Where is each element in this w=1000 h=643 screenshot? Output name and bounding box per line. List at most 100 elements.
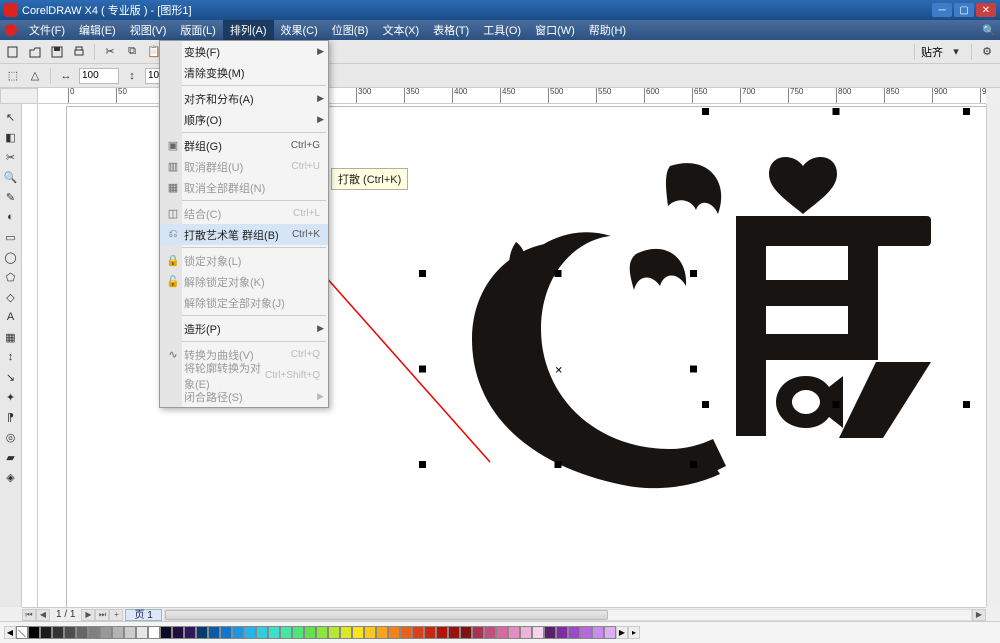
prev-page-button[interactable]: ◀ (36, 609, 50, 621)
color-swatch[interactable] (352, 626, 364, 639)
color-swatch[interactable] (184, 626, 196, 639)
menu-shaping[interactable]: 造形(P) ▶ (160, 318, 328, 339)
color-swatch[interactable] (244, 626, 256, 639)
color-swatch[interactable] (508, 626, 520, 639)
maximize-button[interactable]: ▢ (954, 3, 974, 17)
color-swatch[interactable] (160, 626, 172, 639)
color-swatch[interactable] (556, 626, 568, 639)
menu-break-apart[interactable]: ⎌ 打散艺术笔 群组(B) Ctrl+K (160, 224, 328, 245)
menu-arrange[interactable]: 排列(A) (223, 20, 274, 40)
menu-layout[interactable]: 版面(L) (173, 20, 222, 40)
last-page-button[interactable]: ⏭ (95, 609, 109, 621)
outline-tool[interactable]: ◎ (2, 428, 20, 446)
table-tool[interactable]: ▦ (2, 328, 20, 346)
eyedropper-tool[interactable]: ⁋ (2, 408, 20, 426)
color-swatch[interactable] (196, 626, 208, 639)
color-swatch[interactable] (124, 626, 136, 639)
color-swatch[interactable] (340, 626, 352, 639)
palette-scroll-left[interactable]: ◀ (4, 626, 16, 639)
menu-group[interactable]: ▣ 群组(G) Ctrl+G (160, 135, 328, 156)
menu-tools[interactable]: 工具(O) (476, 20, 528, 40)
menu-align-distribute[interactable]: 对齐和分布(A) ▶ (160, 88, 328, 109)
shape-tool[interactable]: ◧ (2, 128, 20, 146)
menu-view[interactable]: 视图(V) (123, 20, 174, 40)
no-fill-swatch[interactable] (16, 626, 28, 639)
interactive-fill-tool[interactable]: ◈ (2, 468, 20, 486)
color-swatch[interactable] (544, 626, 556, 639)
open-button[interactable] (26, 43, 44, 61)
color-swatch[interactable] (592, 626, 604, 639)
color-swatch[interactable] (472, 626, 484, 639)
menu-effects[interactable]: 效果(C) (274, 20, 325, 40)
interactive-tool[interactable]: ✦ (2, 388, 20, 406)
menu-file[interactable]: 文件(F) (22, 20, 72, 40)
color-swatch[interactable] (304, 626, 316, 639)
color-swatch[interactable] (256, 626, 268, 639)
menu-bitmap[interactable]: 位图(B) (325, 20, 376, 40)
pick-tool[interactable]: ↖ (2, 108, 20, 126)
palette-scroll-right[interactable]: ▶ (616, 626, 628, 639)
snap-dropdown[interactable]: ▾ (947, 43, 965, 61)
minimize-button[interactable]: ─ (932, 3, 952, 17)
fill-tool[interactable]: ▰ (2, 448, 20, 466)
new-button[interactable] (4, 43, 22, 61)
color-swatch[interactable] (136, 626, 148, 639)
scrollbar-horizontal[interactable] (164, 609, 972, 621)
cut-button[interactable]: ✂ (101, 43, 119, 61)
color-swatch[interactable] (568, 626, 580, 639)
selection-bounds-2[interactable] (706, 112, 966, 404)
menu-order[interactable]: 顺序(O) ▶ (160, 109, 328, 130)
color-swatch[interactable] (436, 626, 448, 639)
menu-window[interactable]: 窗口(W) (528, 20, 582, 40)
color-swatch[interactable] (412, 626, 424, 639)
options-button[interactable]: ⚙ (978, 43, 996, 61)
color-swatch[interactable] (280, 626, 292, 639)
add-page-button[interactable]: + (109, 609, 123, 621)
color-swatch[interactable] (292, 626, 304, 639)
color-swatch[interactable] (448, 626, 460, 639)
color-swatch[interactable] (484, 626, 496, 639)
menu-transform[interactable]: 变换(F) ▶ (160, 41, 328, 62)
color-swatch[interactable] (76, 626, 88, 639)
close-button[interactable]: ✕ (976, 3, 996, 17)
page-tab-1[interactable]: 页 1 (125, 609, 161, 621)
color-swatch[interactable] (100, 626, 112, 639)
color-swatch[interactable] (40, 626, 52, 639)
text-tool[interactable]: A (2, 308, 20, 326)
scrollbar-vertical[interactable] (986, 104, 1000, 607)
color-swatch[interactable] (520, 626, 532, 639)
color-swatch[interactable] (604, 626, 616, 639)
connector-tool[interactable]: ↘ (2, 368, 20, 386)
width-input[interactable] (79, 68, 119, 84)
ruler-vertical[interactable] (22, 104, 38, 607)
color-swatch[interactable] (88, 626, 100, 639)
save-button[interactable] (48, 43, 66, 61)
menu-edit[interactable]: 编辑(E) (72, 20, 123, 40)
color-swatch[interactable] (328, 626, 340, 639)
palette-flyout[interactable]: ▸ (628, 626, 640, 639)
dimension-tool[interactable]: ↕ (2, 348, 20, 366)
color-swatch[interactable] (460, 626, 472, 639)
smart-fill-tool[interactable]: ◐ (2, 208, 20, 226)
color-swatch[interactable] (64, 626, 76, 639)
color-swatch[interactable] (220, 626, 232, 639)
color-swatch[interactable] (580, 626, 592, 639)
color-swatch[interactable] (400, 626, 412, 639)
menu-help[interactable]: 帮助(H) (582, 20, 633, 40)
scrollbar-thumb[interactable] (165, 610, 608, 620)
color-swatch[interactable] (364, 626, 376, 639)
freehand-tool[interactable]: ✎ (2, 188, 20, 206)
menu-table[interactable]: 表格(T) (426, 20, 476, 40)
first-page-button[interactable]: ⏮ (22, 609, 36, 621)
print-button[interactable] (70, 43, 88, 61)
ellipse-tool[interactable]: ◯ (2, 248, 20, 266)
color-swatch[interactable] (268, 626, 280, 639)
menu-clear-transform[interactable]: 清除变换(M) (160, 62, 328, 83)
selection-bounds[interactable]: ✕ (423, 274, 693, 464)
color-swatch[interactable] (172, 626, 184, 639)
basic-shapes-tool[interactable]: ◇ (2, 288, 20, 306)
next-page-button[interactable]: ▶ (81, 609, 95, 621)
color-swatch[interactable] (112, 626, 124, 639)
zoom-tool[interactable]: 🔍 (2, 168, 20, 186)
crop-tool[interactable]: ✂ (2, 148, 20, 166)
